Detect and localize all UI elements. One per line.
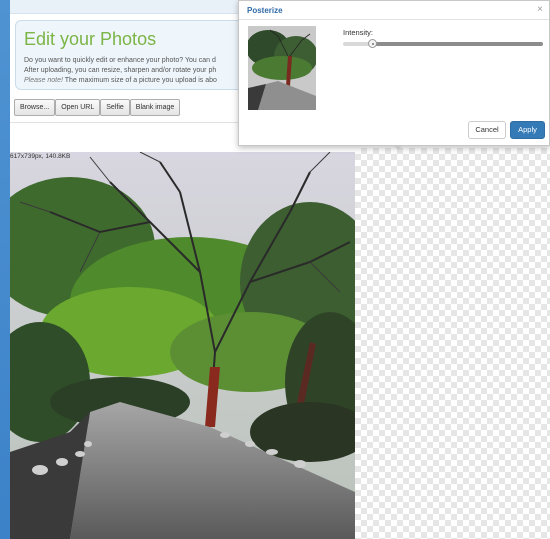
upload-toolbar: Browse... Open URL Selfie Blank image: [14, 99, 181, 116]
dialog-title-bar: Posterize ×: [239, 1, 549, 20]
close-icon[interactable]: ×: [537, 4, 543, 15]
preview-thumbnail: [248, 26, 316, 110]
image-size-info: 617x739px, 140.8KB: [10, 153, 71, 160]
cancel-button[interactable]: Cancel: [468, 121, 506, 139]
note-label: Please note!: [24, 77, 63, 84]
intensity-slider-handle[interactable]: [368, 39, 377, 48]
dialog-title: Posterize: [247, 6, 283, 15]
transparent-canvas: [355, 148, 550, 539]
window-frame: [0, 0, 10, 539]
intensity-label: Intensity:: [343, 28, 374, 37]
apply-button[interactable]: Apply: [510, 121, 545, 139]
forest-photo: [10, 152, 355, 539]
posterize-dialog: Posterize × Intensity: Cancel Apply: [238, 0, 550, 146]
blank-image-button[interactable]: Blank image: [129, 99, 181, 116]
photo-canvas[interactable]: [10, 152, 355, 539]
browse-button[interactable]: Browse...: [14, 99, 56, 116]
open-url-button[interactable]: Open URL: [55, 99, 101, 116]
page-title: Edit your Photos: [24, 29, 157, 49]
note-text: The maximum size of a picture you upload…: [62, 77, 217, 84]
selfie-button[interactable]: Selfie: [100, 99, 130, 116]
preview-image: [248, 26, 316, 110]
dialog-pointer: [393, 145, 403, 150]
